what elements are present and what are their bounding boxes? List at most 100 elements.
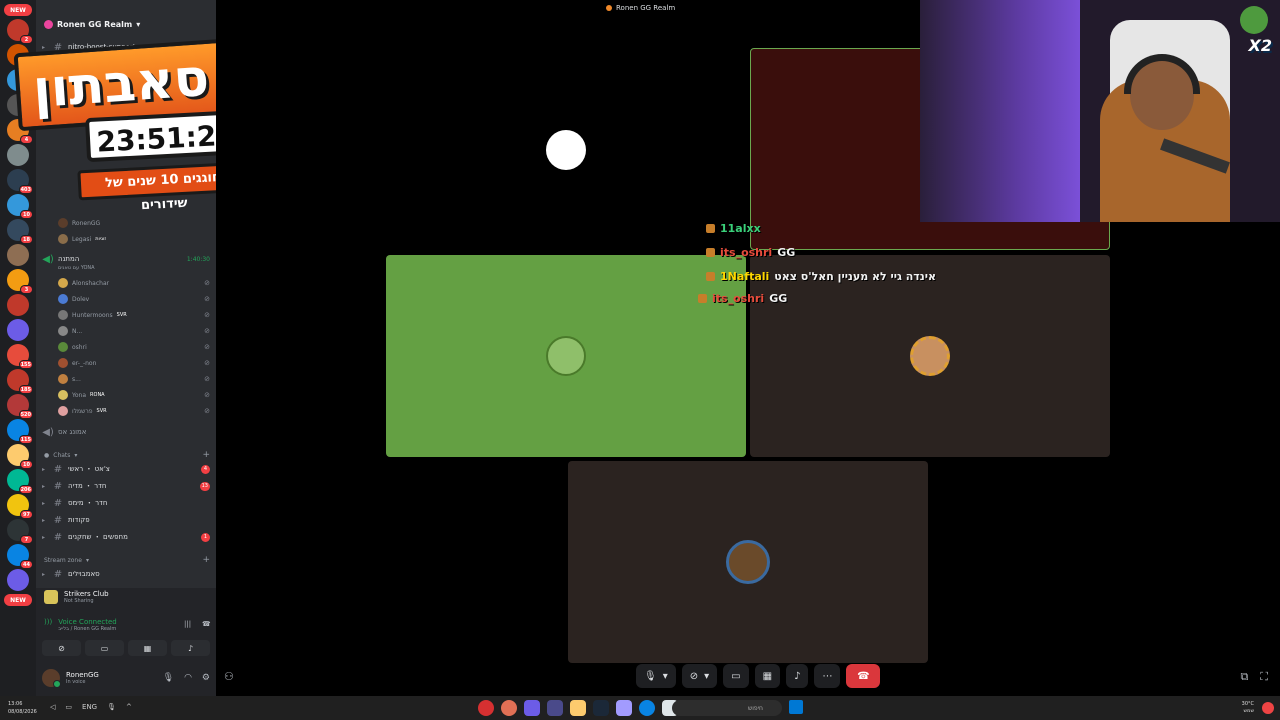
- mention-badge: 206: [18, 485, 33, 494]
- chrome-icon[interactable]: [501, 700, 517, 716]
- invite-icon[interactable]: ⚇: [224, 670, 234, 683]
- avatar: [58, 374, 68, 384]
- text-channel[interactable]: ▸ # חדר ・ מימס: [42, 496, 210, 510]
- chat-bubble-icon: ●: [44, 451, 50, 459]
- hash-icon: #: [53, 531, 63, 543]
- chat-text: אינדה גיי לא מעניין חאל'ס צאט: [774, 270, 937, 283]
- steam-icon[interactable]: [593, 700, 609, 716]
- activities-button[interactable]: ▦: [128, 640, 167, 656]
- gear-icon[interactable]: ⚙: [202, 673, 210, 683]
- noise-suppression-icon[interactable]: |||: [184, 620, 191, 628]
- frog-emote-icon: [1240, 6, 1268, 34]
- activity-button[interactable]: ▦: [754, 664, 781, 688]
- server-icon: [606, 5, 612, 11]
- new-badge[interactable]: NEW: [4, 594, 32, 606]
- user-avatar[interactable]: [42, 669, 61, 688]
- taskbar-clock[interactable]: 13:06 08/08/2026: [8, 700, 37, 716]
- activity-name: Strikers Club: [64, 590, 109, 598]
- headset-app-icon[interactable]: [547, 700, 563, 716]
- discord-icon[interactable]: [524, 700, 540, 716]
- hash-icon: #: [53, 480, 63, 492]
- voice-channel-among-us[interactable]: ◀) אמונג אס: [42, 425, 210, 439]
- soundboard-button[interactable]: ♪: [171, 640, 210, 656]
- text-channel[interactable]: ▸ # פקודות: [42, 513, 210, 527]
- server-icon[interactable]: 3: [7, 269, 33, 294]
- category-stream-zone[interactable]: Stream zone ▾ +: [44, 554, 210, 566]
- camera-off-button[interactable]: ⊘: [42, 640, 81, 656]
- microphone-icon[interactable]: 🎙: [107, 703, 116, 711]
- voice-member[interactable]: er-_-non ⊘: [58, 356, 210, 370]
- taskbar-search[interactable]: חיפוש: [672, 700, 782, 716]
- voice-member[interactable]: oshri ⊘: [58, 340, 210, 354]
- chevron-up-icon[interactable]: ^: [126, 703, 132, 711]
- text-channel[interactable]: ▸ # מחפשים ・ שחקנים 1: [42, 530, 210, 544]
- mention-badge: 7: [20, 535, 33, 544]
- server-icon[interactable]: [7, 244, 29, 266]
- soundboard-button[interactable]: ♪: [786, 664, 809, 688]
- participant-tile[interactable]: [750, 255, 1110, 457]
- share-screen-button[interactable]: ▭: [723, 664, 749, 688]
- voice-member[interactable]: N... ⊘: [58, 324, 210, 338]
- voice-member[interactable]: פרשמלו SVR ⊘: [58, 404, 210, 418]
- participant-tile[interactable]: [568, 461, 928, 663]
- text-channel[interactable]: ▸ # צ'אט ・ ראשי 4: [42, 462, 210, 476]
- disconnect-icon[interactable]: ☎: [202, 620, 211, 628]
- sound-icon[interactable]: ◁: [50, 703, 55, 711]
- folder-icon[interactable]: [570, 700, 586, 716]
- edge-icon[interactable]: [639, 700, 655, 716]
- obs-icon[interactable]: [616, 700, 632, 716]
- server-icon[interactable]: 206: [7, 469, 33, 494]
- voice-member[interactable]: Legasi זוגיות: [58, 232, 210, 246]
- voice-member[interactable]: s... ⊘: [58, 372, 210, 386]
- server-icon[interactable]: 18: [7, 219, 33, 244]
- participant-avatar[interactable]: [546, 130, 586, 170]
- user-panel: RonenGG In voice 🎙 ◠ ⚙: [36, 660, 216, 696]
- popout-icon[interactable]: ⧉: [1240, 670, 1248, 684]
- server-icon[interactable]: 44: [7, 544, 33, 569]
- voice-member[interactable]: RonenGG: [58, 216, 210, 230]
- voice-member[interactable]: Dolev ⊘: [58, 292, 210, 306]
- channel-stream[interactable]: ▸ # סאמבוילים: [42, 567, 210, 581]
- text-channel[interactable]: ▸ # חדר ・ מדיה 13: [42, 479, 210, 493]
- server-icon[interactable]: 155: [7, 344, 33, 369]
- microphone-icon[interactable]: 🎙: [163, 673, 174, 683]
- language-indicator[interactable]: ENG: [82, 703, 97, 711]
- server-icon[interactable]: 520: [7, 394, 33, 419]
- category-label: Stream zone: [44, 556, 82, 564]
- server-icon[interactable]: [7, 569, 29, 591]
- windows-start-icon[interactable]: [789, 700, 803, 714]
- server-icon[interactable]: 10: [7, 444, 33, 469]
- voice-member[interactable]: Huntermoons SVR ⊘: [58, 308, 210, 322]
- activity-status[interactable]: Strikers Club Not Sharing ▭: [44, 590, 227, 604]
- camera-button[interactable]: ⊘ ▾: [681, 664, 718, 688]
- speaker-icon: ◀): [42, 426, 54, 438]
- network-icon[interactable]: ▭: [65, 703, 72, 711]
- screen-share-button[interactable]: ▭: [85, 640, 124, 656]
- server-icon[interactable]: 115: [7, 419, 33, 444]
- weather-widget[interactable]: 30°C שמש: [1242, 701, 1254, 715]
- server-icon[interactable]: 97: [7, 494, 33, 519]
- rtc-buttons: ⊘ ▭ ▦ ♪: [42, 640, 210, 656]
- category-chats[interactable]: ● Chats ▾ +: [44, 449, 210, 461]
- headphones-icon[interactable]: ◠: [184, 673, 192, 683]
- member-name: Dolev: [72, 295, 90, 303]
- app-icon[interactable]: [478, 700, 494, 716]
- server-icon[interactable]: 185: [7, 369, 33, 394]
- server-icon[interactable]: 7: [7, 519, 33, 544]
- chat-username: its_oshri: [720, 246, 773, 259]
- fullscreen-icon[interactable]: ⛶: [1260, 670, 1268, 684]
- notification-icon[interactable]: [1262, 702, 1274, 714]
- voice-connection[interactable]: ))) Voice Connected בלייב / Ronen GG Rea…: [44, 618, 211, 632]
- participant-tile[interactable]: [386, 255, 746, 457]
- mute-button[interactable]: 🎙 ▾: [636, 664, 676, 688]
- end-call-button[interactable]: ☎: [846, 664, 881, 688]
- server-icon[interactable]: [7, 319, 29, 341]
- webcam-overlay: X2: [920, 0, 1280, 222]
- voice-member[interactable]: Yona RONA ⊘: [58, 388, 210, 402]
- add-channel-icon[interactable]: +: [202, 555, 210, 565]
- server-icon[interactable]: [7, 294, 29, 316]
- add-channel-icon[interactable]: +: [202, 450, 210, 460]
- new-badge[interactable]: NEW: [4, 4, 32, 16]
- more-button[interactable]: ⋯: [814, 664, 841, 688]
- voice-member[interactable]: Alonshachar ⊘: [58, 276, 210, 290]
